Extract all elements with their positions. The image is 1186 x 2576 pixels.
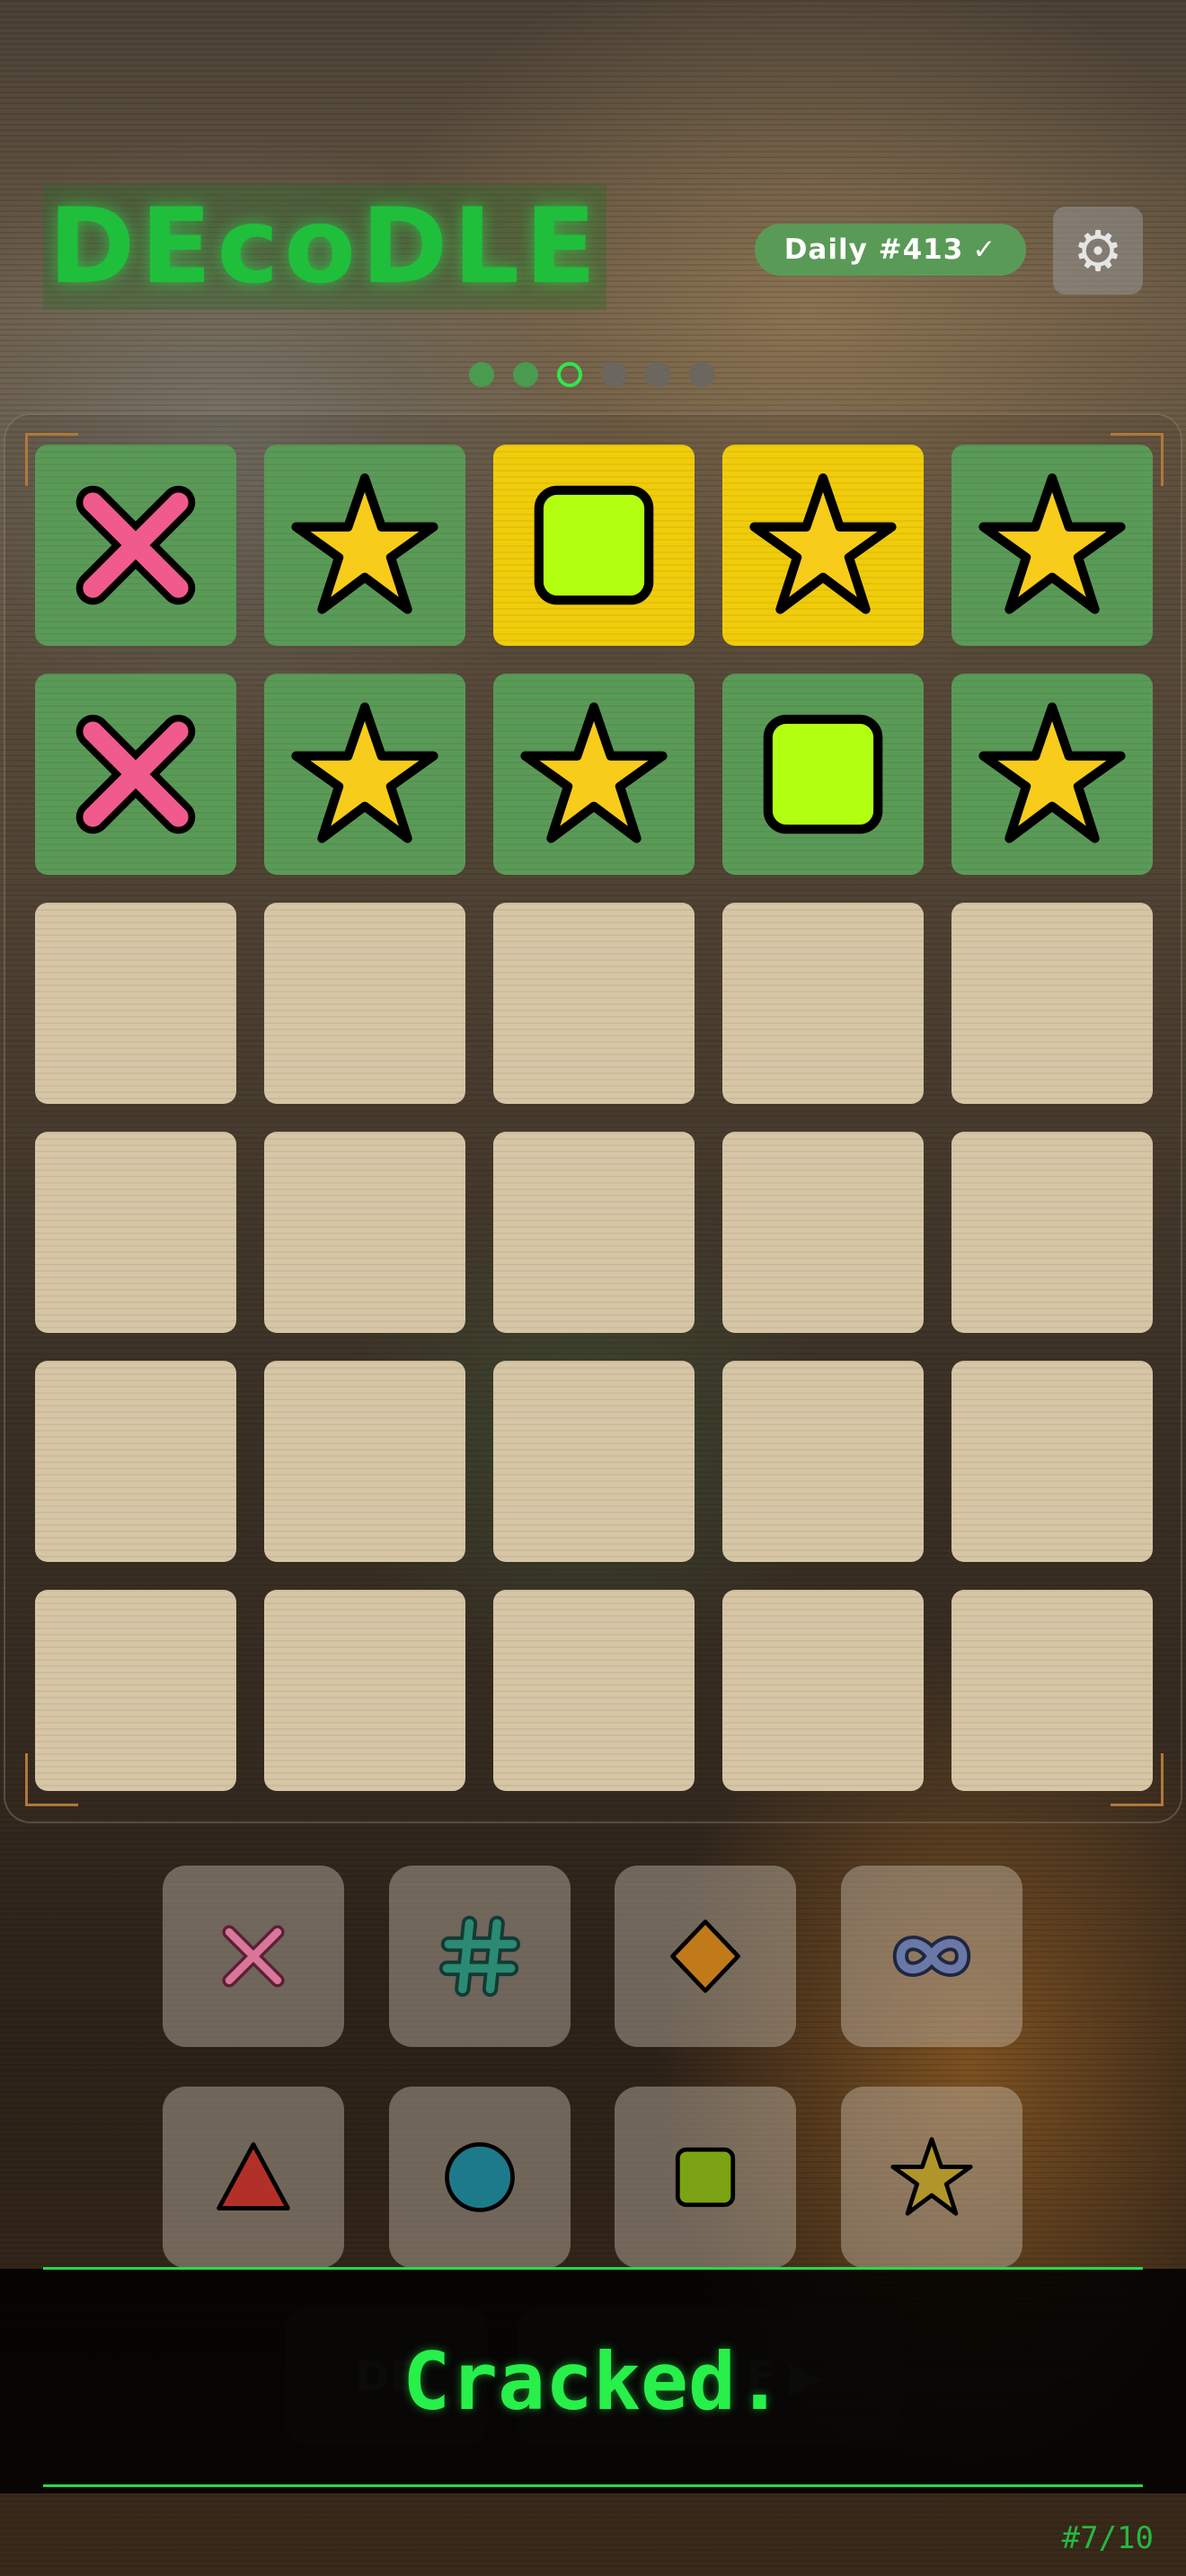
board-cell <box>722 674 924 875</box>
progress-dot <box>469 362 494 387</box>
square-icon <box>534 485 654 605</box>
cross-icon <box>75 485 196 605</box>
square-icon <box>763 714 883 834</box>
board-cell <box>493 903 695 1104</box>
board-cell <box>493 445 695 646</box>
board-cell <box>35 1590 236 1791</box>
diamond-icon <box>670 1919 740 1993</box>
board-cell <box>493 674 695 875</box>
hash-icon <box>438 1915 521 1998</box>
banner-text: Cracked. <box>403 2334 783 2428</box>
infinity-icon <box>892 1936 971 1977</box>
star-icon <box>291 473 438 614</box>
board-cell <box>35 1132 236 1333</box>
progress-dot <box>689 362 714 387</box>
board-cell <box>264 1132 465 1333</box>
board-cell <box>722 1590 924 1791</box>
daily-badge[interactable]: Daily #413 ✓ <box>755 224 1026 276</box>
settings-button[interactable]: ⚙ <box>1053 207 1143 295</box>
board-cell <box>722 1132 924 1333</box>
board-cell <box>264 1361 465 1562</box>
board-cell <box>264 445 465 646</box>
board-cell <box>493 1590 695 1791</box>
progress-dot <box>513 362 538 387</box>
key-infinity[interactable] <box>841 1866 1022 2047</box>
star-icon <box>890 2137 973 2216</box>
star-icon <box>749 473 897 614</box>
board-cell <box>951 1361 1153 1562</box>
board-cell <box>951 1590 1153 1791</box>
key-circle[interactable] <box>389 2086 571 2268</box>
key-star[interactable] <box>841 2086 1022 2268</box>
circle-icon <box>445 2142 515 2212</box>
cross-icon <box>222 1925 285 1988</box>
board-cell <box>951 903 1153 1104</box>
square-icon <box>675 2147 736 2208</box>
board-cell <box>35 445 236 646</box>
star-icon <box>978 702 1126 843</box>
board-cell <box>951 1132 1153 1333</box>
key-hash[interactable] <box>389 1866 571 2047</box>
board-cell <box>722 903 924 1104</box>
board-cell <box>722 445 924 646</box>
board-cell <box>951 674 1153 875</box>
board-cell <box>35 903 236 1104</box>
daily-badge-label: Daily #413 <box>783 234 964 266</box>
progress-dot <box>601 362 626 387</box>
cross-icon <box>75 714 196 834</box>
puzzle-counter: #7/10 <box>1061 2520 1154 2556</box>
star-icon <box>291 702 438 843</box>
board-cell <box>264 1590 465 1791</box>
star-icon <box>978 473 1126 614</box>
board-cell <box>264 903 465 1104</box>
board-cell <box>493 1361 695 1562</box>
key-square[interactable] <box>615 2086 796 2268</box>
board-cell <box>493 1132 695 1333</box>
progress-dot <box>645 362 670 387</box>
gear-icon: ⚙ <box>1073 217 1123 284</box>
key-diamond[interactable] <box>615 1866 796 2047</box>
check-icon: ✓ <box>972 234 997 266</box>
key-cross[interactable] <box>163 1866 344 2047</box>
board-cell <box>35 674 236 875</box>
progress-dot <box>557 362 582 387</box>
board-cell <box>951 445 1153 646</box>
star-icon <box>520 702 668 843</box>
game-logo: DEcoDLE <box>43 184 607 310</box>
triangle-icon <box>217 2142 290 2210</box>
board-cell <box>264 674 465 875</box>
board-cell <box>722 1361 924 1562</box>
key-triangle[interactable] <box>163 2086 344 2268</box>
board-cell <box>35 1361 236 1562</box>
